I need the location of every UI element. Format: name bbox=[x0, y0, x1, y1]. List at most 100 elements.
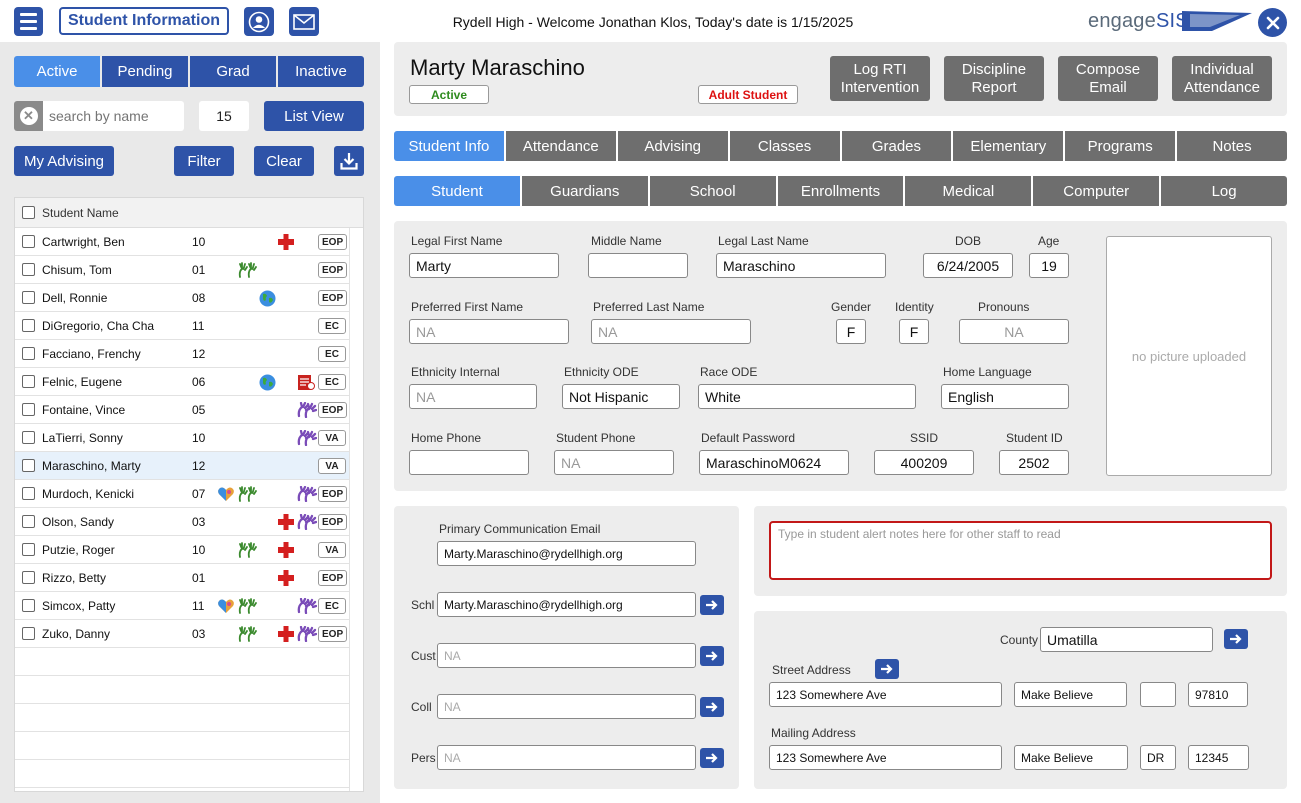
student-phone-field[interactable]: NA bbox=[554, 450, 674, 475]
student-name[interactable]: Murdoch, Kenicki bbox=[42, 487, 192, 501]
subtab-log[interactable]: Log bbox=[1161, 176, 1288, 206]
student-checkbox[interactable] bbox=[22, 599, 35, 612]
ethnicity-ode-field[interactable]: Not Hispanic bbox=[562, 384, 680, 409]
mailing-city-field[interactable]: Make Believe bbox=[1014, 745, 1128, 770]
individual-attendance-button[interactable]: Individual Attendance bbox=[1172, 56, 1272, 101]
search-input[interactable] bbox=[43, 108, 181, 124]
student-checkbox[interactable] bbox=[22, 375, 35, 388]
email-go-arrow-icon[interactable] bbox=[700, 646, 724, 666]
preferred-last-name-field[interactable]: NA bbox=[591, 319, 751, 344]
street-city-field[interactable]: Make Believe bbox=[1014, 682, 1127, 707]
student-id-field[interactable]: 2502 bbox=[999, 450, 1069, 475]
student-photo-placeholder[interactable]: no picture uploaded bbox=[1106, 236, 1272, 476]
app-title-button[interactable]: Student Information bbox=[59, 7, 229, 35]
student-row[interactable]: Simcox, Patty 11 EC bbox=[15, 592, 350, 620]
subtab-medical[interactable]: Medical bbox=[905, 176, 1032, 206]
student-checkbox[interactable] bbox=[22, 263, 35, 276]
student-row[interactable]: Putzie, Roger 10 VA bbox=[15, 536, 350, 564]
student-name[interactable]: DiGregorio, Cha Cha bbox=[42, 319, 192, 333]
preferred-first-name-field[interactable]: NA bbox=[409, 319, 569, 344]
street-state-field[interactable] bbox=[1140, 682, 1176, 707]
student-name[interactable]: LaTierri, Sonny bbox=[42, 431, 192, 445]
result-count-field[interactable]: 15 bbox=[199, 101, 249, 131]
status-tab-grad[interactable]: Grad bbox=[190, 56, 276, 87]
race-ode-field[interactable]: White bbox=[698, 384, 916, 409]
student-row[interactable]: Facciano, Frenchy 12 EC bbox=[15, 340, 350, 368]
tab-student-info[interactable]: Student Info bbox=[394, 131, 504, 161]
legal-last-name-field[interactable]: Maraschino bbox=[716, 253, 886, 278]
clear-search-icon[interactable]: ✕ bbox=[14, 101, 43, 131]
student-checkbox[interactable] bbox=[22, 403, 35, 416]
county-field[interactable]: Umatilla bbox=[1040, 627, 1213, 652]
tab-grades[interactable]: Grades bbox=[841, 131, 952, 161]
student-row[interactable]: Chisum, Tom 01 EOP bbox=[15, 256, 350, 284]
student-row[interactable]: Maraschino, Marty 12 VA bbox=[15, 452, 350, 480]
email-field[interactable]: NA bbox=[437, 745, 696, 770]
tab-classes[interactable]: Classes bbox=[729, 131, 840, 161]
tab-programs[interactable]: Programs bbox=[1065, 131, 1176, 161]
select-all-checkbox[interactable] bbox=[22, 206, 35, 219]
student-name[interactable]: Cartwright, Ben bbox=[42, 235, 192, 249]
subtab-guardians[interactable]: Guardians bbox=[521, 176, 648, 206]
close-icon[interactable] bbox=[1258, 8, 1287, 37]
discipline-report-button[interactable]: Discipline Report bbox=[944, 56, 1044, 101]
student-name[interactable]: Putzie, Roger bbox=[42, 543, 192, 557]
status-tab-active[interactable]: Active bbox=[14, 56, 100, 87]
menu-icon[interactable] bbox=[14, 7, 43, 36]
student-row[interactable]: Olson, Sandy 03 EOP bbox=[15, 508, 350, 536]
student-name[interactable]: Rizzo, Betty bbox=[42, 571, 192, 585]
student-row[interactable]: Fontaine, Vince 05 EOP bbox=[15, 396, 350, 424]
street-address-go-arrow-icon[interactable] bbox=[875, 659, 899, 679]
student-name[interactable]: Maraschino, Marty bbox=[42, 459, 192, 473]
tab-notes[interactable]: Notes bbox=[1177, 131, 1287, 161]
status-tab-inactive[interactable]: Inactive bbox=[278, 56, 364, 87]
student-checkbox[interactable] bbox=[22, 487, 35, 500]
student-checkbox[interactable] bbox=[22, 627, 35, 640]
home-phone-field[interactable] bbox=[409, 450, 529, 475]
my-advising-button[interactable]: My Advising bbox=[14, 146, 114, 176]
download-icon[interactable] bbox=[334, 146, 364, 176]
log-rti-intervention-button[interactable]: Log RTI Intervention bbox=[830, 56, 930, 101]
dob-field[interactable]: 6/24/2005 bbox=[923, 253, 1013, 278]
county-go-arrow-icon[interactable] bbox=[1224, 629, 1248, 649]
student-checkbox[interactable] bbox=[22, 431, 35, 444]
tab-elementary[interactable]: Elementary bbox=[953, 131, 1064, 161]
student-row[interactable]: Dell, Ronnie 08 EOP bbox=[15, 284, 350, 312]
alert-notes-textarea[interactable]: Type in student alert notes here for oth… bbox=[769, 521, 1272, 580]
street-address-field[interactable]: 123 Somewhere Ave bbox=[769, 682, 1002, 707]
student-checkbox[interactable] bbox=[22, 459, 35, 472]
clear-button[interactable]: Clear bbox=[254, 146, 314, 176]
student-checkbox[interactable] bbox=[22, 291, 35, 304]
email-field[interactable]: Marty.Maraschino@rydellhigh.org bbox=[437, 592, 696, 617]
student-checkbox[interactable] bbox=[22, 515, 35, 528]
student-row[interactable]: Felnic, Eugene 06 EC bbox=[15, 368, 350, 396]
default-password-field[interactable]: MaraschinoM0624 bbox=[699, 450, 849, 475]
student-row[interactable]: DiGregorio, Cha Cha 11 EC bbox=[15, 312, 350, 340]
student-name[interactable]: Fontaine, Vince bbox=[42, 403, 192, 417]
email-go-arrow-icon[interactable] bbox=[700, 697, 724, 717]
email-go-arrow-icon[interactable] bbox=[700, 595, 724, 615]
mailing-zip-field[interactable]: 12345 bbox=[1188, 745, 1249, 770]
street-zip-field[interactable]: 97810 bbox=[1188, 682, 1248, 707]
student-name[interactable]: Felnic, Eugene bbox=[42, 375, 192, 389]
ssid-field[interactable]: 400209 bbox=[874, 450, 974, 475]
status-tab-pending[interactable]: Pending bbox=[102, 56, 188, 87]
student-row[interactable]: LaTierri, Sonny 10 VA bbox=[15, 424, 350, 452]
tab-attendance[interactable]: Attendance bbox=[505, 131, 616, 161]
student-name[interactable]: Olson, Sandy bbox=[42, 515, 192, 529]
student-name[interactable]: Chisum, Tom bbox=[42, 263, 192, 277]
student-name[interactable]: Simcox, Patty bbox=[42, 599, 192, 613]
email-go-arrow-icon[interactable] bbox=[700, 748, 724, 768]
identity-field[interactable]: F bbox=[899, 319, 929, 344]
student-name[interactable]: Zuko, Danny bbox=[42, 627, 192, 641]
email-field[interactable]: NA bbox=[437, 694, 696, 719]
pronouns-field[interactable]: NA bbox=[959, 319, 1069, 344]
list-scrollbar[interactable] bbox=[349, 228, 363, 791]
student-row[interactable]: Murdoch, Kenicki 07 EOP bbox=[15, 480, 350, 508]
student-checkbox[interactable] bbox=[22, 235, 35, 248]
list-view-button[interactable]: List View bbox=[264, 101, 364, 131]
age-field[interactable]: 19 bbox=[1029, 253, 1069, 278]
student-name[interactable]: Facciano, Frenchy bbox=[42, 347, 192, 361]
student-name[interactable]: Dell, Ronnie bbox=[42, 291, 192, 305]
legal-first-name-field[interactable]: Marty bbox=[409, 253, 559, 278]
